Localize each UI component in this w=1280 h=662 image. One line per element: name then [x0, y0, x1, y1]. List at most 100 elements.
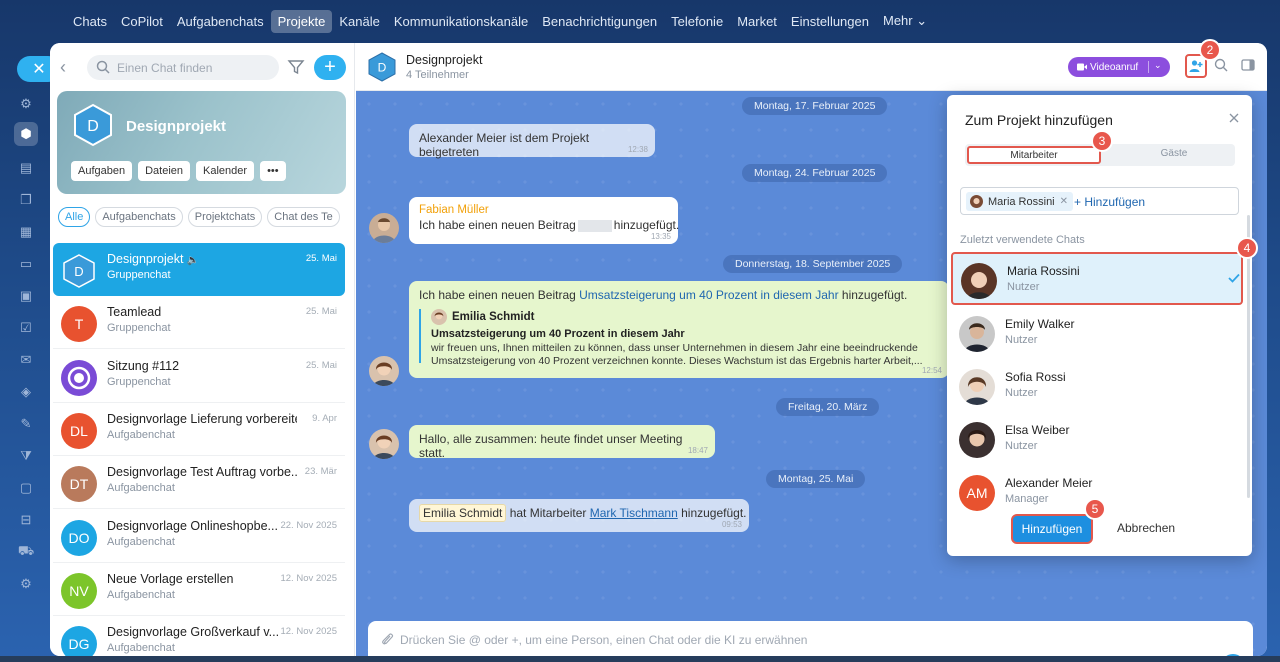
chat-list-item[interactable]: DO Designvorlage Onlineshopbe... Aufgabenc… [53, 510, 345, 563]
cancel-button[interactable]: Abbrechen [1117, 521, 1175, 535]
chat-name: Designvorlage Großverkauf v... [107, 625, 279, 639]
tab-employees[interactable]: Mitarbeiter [967, 146, 1101, 164]
nav-projekte[interactable]: Projekte [270, 9, 333, 33]
nav-aufgabenchats[interactable]: Aufgabenchats [170, 10, 271, 33]
add-button[interactable]: Hinzufügen [1011, 514, 1093, 544]
chat-title: Designprojekt [406, 53, 483, 67]
person-row-sofia-rossi[interactable]: Sofia Rossi Nutzer [951, 360, 1243, 413]
svg-text:D: D [378, 61, 387, 75]
chat-date: 25. Mai [305, 359, 337, 371]
quoted-post[interactable]: Emilia Schmidt Umsatzsteigerung um 40 Pr… [419, 309, 939, 367]
quote-text: Umsatzsteigerung von 40 Prozent verzeich… [431, 355, 923, 367]
person-row-elsa-weiber[interactable]: Elsa Weiber Nutzer [951, 413, 1243, 466]
chevron-down-icon[interactable]: ⌄ [1154, 60, 1162, 71]
message-text: hinzugefügt. [677, 506, 747, 520]
document-icon[interactable]: ▤ [14, 156, 38, 180]
nav-benachrichtigungen[interactable]: Benachrichtigungen [535, 10, 664, 33]
filter-icon[interactable] [287, 58, 305, 76]
calendar-button[interactable]: Kalender [196, 161, 255, 181]
attach-icon[interactable] [380, 632, 394, 646]
nav-kanaele[interactable]: Kanäle [332, 10, 386, 33]
chat-list-item[interactable]: D Designprojekt 🔈 Gruppenchat 25. Mai [53, 243, 345, 296]
files-button[interactable]: Dateien [138, 161, 191, 181]
tab-aufgabenchats[interactable]: Aufgabenchats [95, 207, 183, 227]
nav-market[interactable]: Market [730, 10, 784, 33]
message-author[interactable]: Fabian Müller [419, 204, 668, 216]
avatar: DG [61, 626, 97, 656]
projects-icon[interactable]: ⬢ [14, 122, 38, 146]
video-call-button[interactable]: Videoanruf ⌄ [1068, 57, 1170, 77]
tab-team-chat[interactable]: Chat des Te [267, 207, 340, 227]
chat-name-text: Sitzung #112 [107, 358, 180, 373]
person-row-maria-rossini[interactable]: Maria Rossini Nutzer [951, 252, 1243, 305]
avatar[interactable] [369, 213, 399, 243]
back-arrow-icon[interactable]: ‹ [60, 57, 74, 77]
sidebar-toggle-icon[interactable] [1241, 58, 1255, 72]
remove-tag-icon[interactable]: ✕ [1060, 196, 1068, 207]
post-link[interactable]: Umsatzsteigerung um 40 Prozent in diesem… [579, 288, 838, 302]
avatar: DL [61, 412, 97, 449]
tab-projektchats[interactable]: Projektchats [187, 207, 263, 227]
date-divider: Donnerstag, 18. September 2025 [723, 255, 903, 273]
tasks-icon[interactable]: ☑ [14, 316, 38, 340]
chat-list-item[interactable]: DT Designvorlage Test Auftrag vorbe... Auf… [53, 456, 345, 510]
more-button[interactable]: ••• [260, 161, 286, 181]
sites-icon[interactable]: ▢ [14, 476, 38, 500]
person-row-emily-walker[interactable]: Emily Walker Nutzer [951, 307, 1243, 360]
close-icon[interactable] [1228, 112, 1240, 124]
chat-list-item[interactable]: Sitzung #112 Gruppenchat 25. Mai [53, 350, 345, 403]
avatar: D [63, 254, 95, 288]
chat-members-count[interactable]: 4 Teilnehmer [406, 69, 469, 81]
chat-list-item[interactable]: NV Neue Vorlage erstellen Aufgabenchat 12. … [53, 563, 345, 616]
avatar: T [61, 306, 97, 343]
chat-name-text: Designvorlage Lieferung vorbereiten [107, 411, 297, 426]
automation-icon[interactable]: ⚙ [14, 572, 38, 596]
chat-list-item[interactable]: DG Designvorlage Großverkauf v... Aufgaben… [53, 616, 345, 656]
nav-copilot[interactable]: CoPilot [114, 10, 170, 33]
system-message: Emilia Schmidt hat Mitarbeiter Mark Tisc… [409, 499, 749, 532]
tasks-button[interactable]: Aufgaben [71, 161, 133, 181]
selected-members-field[interactable]: Maria Rossini ✕ + Hinzufügen [960, 187, 1239, 215]
tab-guests[interactable]: Gäste [1115, 148, 1233, 159]
message-bubble: Ich habe einen neuen Beitrag Umsatzsteig… [409, 281, 949, 378]
search-input[interactable]: Einen Chat finden [87, 55, 279, 80]
add-link[interactable]: + Hinzufügen [1074, 195, 1145, 209]
tab-alle[interactable]: Alle [58, 207, 91, 227]
avatar[interactable] [369, 429, 399, 459]
cart-icon[interactable]: ⛟ [14, 540, 38, 564]
nav-telefonie[interactable]: Telefonie [664, 10, 730, 33]
quote-author: Emilia Schmidt [452, 311, 535, 323]
settings-icon[interactable]: ⚙ [14, 92, 38, 116]
chat-date: 9. Apr [312, 412, 337, 424]
project-title: Designprojekt [126, 118, 227, 135]
nav-einstellungen[interactable]: Einstellungen [784, 10, 876, 33]
filter-funnel-icon[interactable]: ⧩ [14, 444, 38, 468]
taskbar-strip [0, 656, 1280, 662]
drive-icon[interactable]: ▭ [14, 252, 38, 276]
chat-icon[interactable]: ❐ [14, 188, 38, 212]
system-message: Alexander Meier ist dem Projekt beigetre… [409, 124, 655, 159]
chat-list-item[interactable]: T Teamlead Gruppenchat 25. Mai [53, 296, 345, 350]
chat-date: 12. Nov 2025 [280, 626, 337, 638]
board-icon[interactable]: ▣ [14, 284, 38, 308]
chat-date: 12. Nov 2025 [280, 572, 337, 584]
mail-icon[interactable]: ✉ [14, 348, 38, 372]
person-role: Nutzer [1005, 440, 1038, 452]
avatar[interactable] [369, 356, 399, 386]
sign-icon[interactable]: ✎ [14, 412, 38, 436]
date-divider: Montag, 17. Februar 2025 [742, 97, 888, 115]
nav-mehr[interactable]: Mehr ⌄ [876, 9, 934, 33]
nav-chats[interactable]: Chats [66, 10, 114, 33]
user-link[interactable]: Mark Tischmann [590, 506, 678, 520]
redacted-link [577, 219, 612, 232]
new-chat-button[interactable]: + [314, 55, 346, 80]
person-name: Sofia Rossi [1005, 370, 1066, 384]
message-composer[interactable]: Drücken Sie @ oder +, um eine Person, ei… [368, 621, 1253, 656]
calendar-icon[interactable]: ▦ [14, 220, 38, 244]
crm-icon[interactable]: ◈ [14, 380, 38, 404]
store-icon[interactable]: ⊟ [14, 508, 38, 532]
nav-kommunikationskanaele[interactable]: Kommunikationskanäle [387, 10, 535, 33]
chat-list-item[interactable]: DL Designvorlage Lieferung vorbereiten Auf… [53, 403, 345, 456]
search-icon[interactable] [1214, 58, 1228, 72]
mention-chip[interactable]: Emilia Schmidt [419, 504, 507, 522]
